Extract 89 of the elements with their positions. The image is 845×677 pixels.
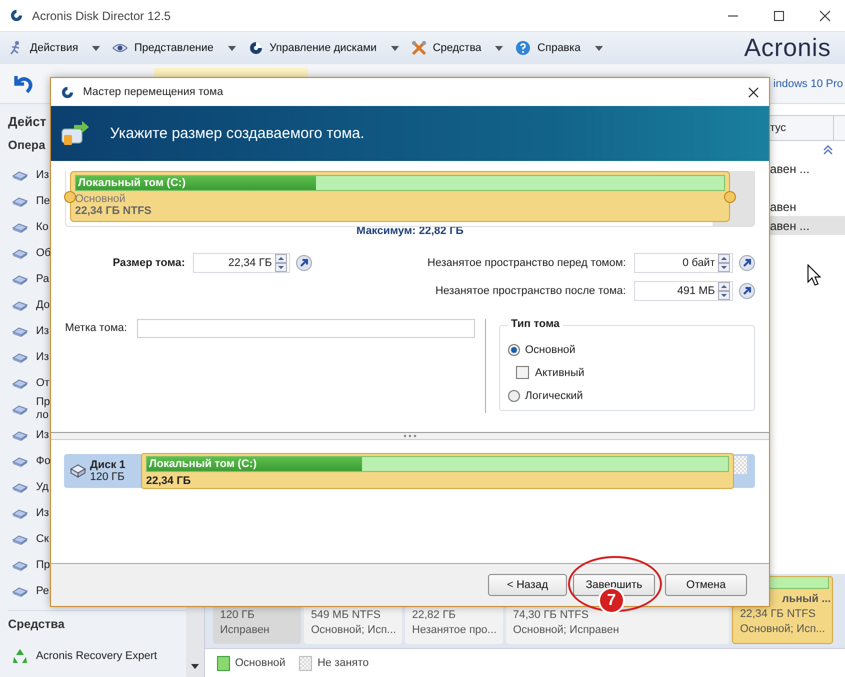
caret-icon[interactable] bbox=[495, 46, 504, 50]
dialog-heading: Укажите размер создаваемого тома. bbox=[110, 125, 364, 142]
field-label: Размер тома: bbox=[112, 257, 185, 269]
brand-logo: Acronis bbox=[744, 34, 831, 62]
sidebar-item[interactable]: Ре bbox=[36, 584, 49, 598]
sidebar-item[interactable]: До bbox=[36, 298, 50, 312]
option-label: Активный bbox=[534, 366, 584, 378]
arrow-button[interactable] bbox=[739, 255, 755, 271]
partition-bar[interactable]: Локальный том (C:) 22,34 ГБ bbox=[141, 453, 734, 489]
field-label: Метка тома: bbox=[65, 322, 128, 334]
sidebar-item[interactable]: Из bbox=[36, 428, 49, 442]
sidebar-item[interactable]: Фо bbox=[36, 454, 50, 468]
checkbox[interactable] bbox=[516, 366, 529, 379]
close-icon[interactable] bbox=[748, 86, 759, 98]
resize-handle[interactable] bbox=[64, 191, 76, 203]
dialog-title: Мастер перемещения тома bbox=[83, 86, 224, 98]
pointer-icon bbox=[807, 264, 821, 286]
size-field[interactable]: 22,34 ГБ bbox=[193, 253, 290, 273]
option-label: Логический bbox=[524, 390, 583, 402]
grip-icon[interactable] bbox=[403, 434, 417, 438]
legend-swatch bbox=[299, 656, 312, 670]
sidebar-item[interactable]: Об bbox=[36, 246, 51, 260]
help-icon bbox=[515, 40, 532, 56]
volume-bar[interactable]: Локальный том (C:) Основной 22,34 ГБ NTFS bbox=[70, 171, 730, 222]
menu-item[interactable]: Действия bbox=[30, 42, 78, 54]
legend-label: Не занято bbox=[317, 657, 369, 669]
maximize-icon[interactable] bbox=[773, 10, 785, 22]
disk-block[interactable]: Диск 1 120 ГБ bbox=[64, 454, 141, 488]
volume-size: 22,34 ГБ NTFS bbox=[75, 205, 153, 217]
sidebar-item[interactable]: Уд bbox=[36, 480, 49, 494]
group-title: Тип тома bbox=[508, 318, 563, 330]
input-field[interactable] bbox=[136, 319, 475, 338]
menu-item[interactable]: Справка bbox=[537, 42, 581, 54]
app-icon bbox=[61, 86, 74, 98]
menu-item[interactable]: Представление bbox=[134, 42, 214, 54]
radio-button[interactable] bbox=[508, 344, 520, 356]
spinner-icon[interactable] bbox=[718, 282, 730, 300]
os-label: indows 10 Pro bbox=[773, 78, 843, 90]
sidebar-item[interactable]: Пр ло bbox=[36, 396, 50, 422]
spinner-icon[interactable] bbox=[275, 254, 287, 272]
collapse-icon[interactable] bbox=[823, 145, 833, 155]
tools-icon bbox=[410, 40, 427, 56]
legend-swatch bbox=[217, 656, 230, 670]
sidebar-item[interactable]: Из bbox=[36, 350, 49, 364]
cancel-button[interactable]: Отмена bbox=[665, 574, 747, 596]
disk-size: 120 ГБ bbox=[90, 471, 126, 483]
radio-button[interactable] bbox=[508, 390, 520, 402]
caret-icon[interactable] bbox=[594, 46, 603, 50]
legend-label: Основной bbox=[235, 657, 286, 669]
close-icon[interactable] bbox=[819, 10, 831, 22]
step-number-badge: 7 bbox=[600, 589, 623, 612]
caret-icon[interactable] bbox=[228, 46, 236, 50]
disk-name: Диск 1 bbox=[90, 459, 126, 471]
spinner-icon[interactable] bbox=[718, 254, 730, 272]
sidebar-item[interactable]: Пе bbox=[36, 194, 50, 208]
sidebar-item[interactable]: Ра bbox=[36, 272, 50, 286]
sidebar-item[interactable]: Из bbox=[36, 506, 49, 520]
resize-handle[interactable] bbox=[724, 191, 736, 203]
sidebar-item[interactable]: Пр bbox=[36, 558, 50, 572]
field-label: Незанятое пространство перед томом: bbox=[427, 257, 626, 269]
sidebar-item[interactable]: Из bbox=[36, 324, 49, 338]
field-label: Незанятое пространство после тома: bbox=[435, 285, 626, 297]
window-title: Acronis Disk Director 12.5 bbox=[32, 8, 171, 22]
sidebar-item[interactable]: От bbox=[36, 376, 50, 390]
app-icon bbox=[10, 9, 23, 22]
disk-icon bbox=[70, 463, 86, 479]
disk-icon bbox=[248, 40, 264, 56]
sidebar-item[interactable]: Acronis Recovery Expert bbox=[36, 650, 158, 662]
arrow-button[interactable] bbox=[739, 283, 755, 299]
after-field[interactable]: 491 МБ bbox=[634, 281, 733, 301]
menu-item[interactable]: Управление дисками bbox=[270, 42, 377, 54]
caret-icon[interactable] bbox=[390, 46, 399, 50]
volume-type: Основной bbox=[75, 193, 126, 205]
partition-size: 22,34 ГБ bbox=[146, 475, 192, 487]
scroll-down-icon[interactable] bbox=[191, 664, 199, 669]
sidebar-title: Дейст bbox=[8, 114, 46, 131]
option-label: Основной bbox=[524, 344, 576, 356]
section-title: Опера bbox=[8, 138, 46, 154]
before-field[interactable]: 0 байт bbox=[634, 253, 733, 273]
back-button[interactable]: < Назад bbox=[488, 574, 567, 596]
menu-item[interactable]: Средства bbox=[432, 42, 482, 54]
caret-icon[interactable] bbox=[92, 46, 100, 50]
recycle-icon bbox=[12, 648, 28, 664]
sidebar-item[interactable]: Из bbox=[36, 168, 49, 182]
volume-name: Локальный том (C:) bbox=[77, 177, 186, 189]
sidebar-item[interactable]: Ск bbox=[36, 532, 49, 546]
arrow-button[interactable] bbox=[296, 255, 312, 271]
partition-name: Локальный том (C:) bbox=[148, 458, 257, 470]
sidebar-item[interactable]: Ко bbox=[36, 220, 49, 234]
